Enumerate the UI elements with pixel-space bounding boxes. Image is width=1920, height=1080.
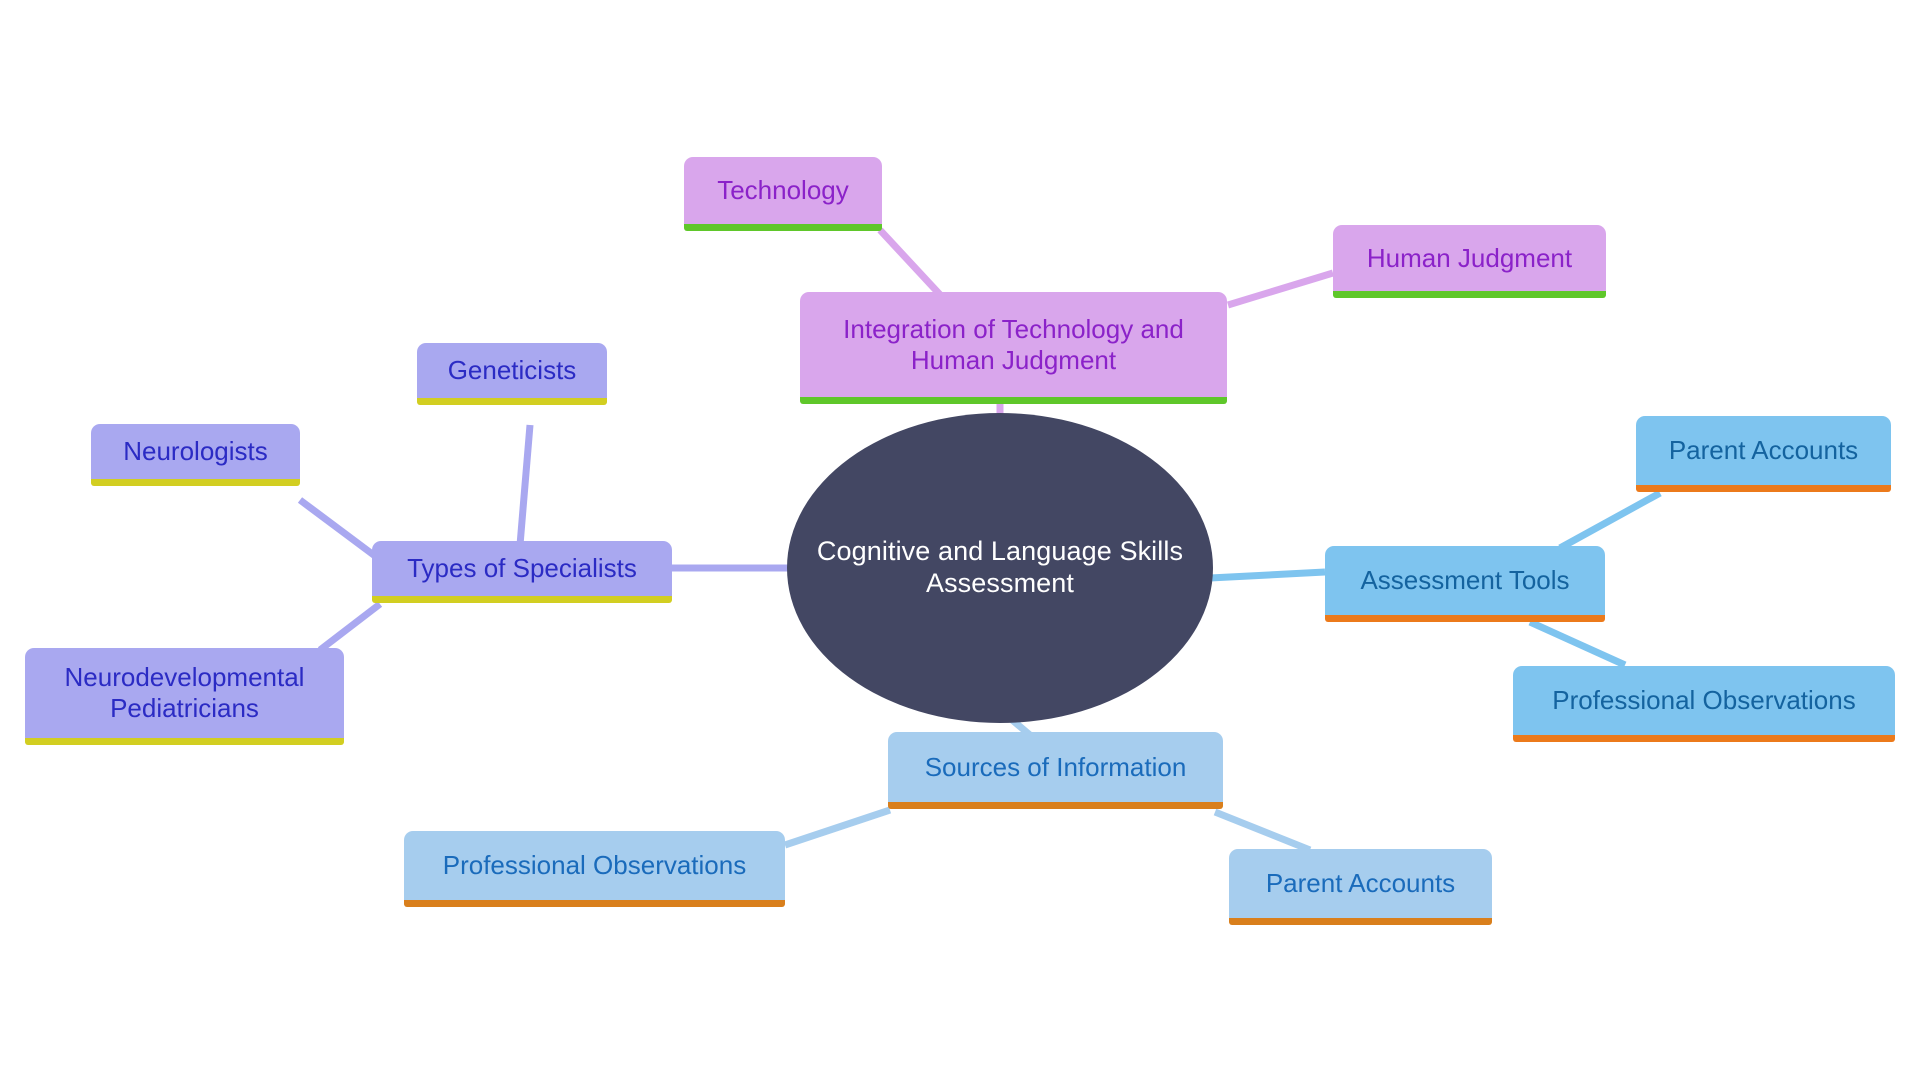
- root-node-label: Cognitive and Language Skills Assessment: [816, 536, 1184, 598]
- node-neurodevelopmental-pediatricians[interactable]: Neurodevelopmental Pediatricians: [25, 648, 344, 745]
- node-parent-accounts-bottom[interactable]: Parent Accounts: [1229, 849, 1492, 925]
- node-sources-of-information[interactable]: Sources of Information: [888, 732, 1223, 809]
- edge-root-assessment-tools: [1209, 568, 1326, 582]
- edge-assessment-tools-parent-accounts: [1558, 489, 1662, 552]
- node-parent-accounts-right-label: Parent Accounts: [1668, 435, 1859, 466]
- node-technology-label: Technology: [717, 175, 849, 206]
- node-assessment-tools[interactable]: Assessment Tools: [1325, 546, 1605, 622]
- node-assessment-tools-label: Assessment Tools: [1360, 565, 1570, 596]
- node-neurologists-label: Neurologists: [123, 436, 268, 467]
- node-neurodevelopmental-pediatricians-label: Neurodevelopmental Pediatricians: [64, 662, 305, 723]
- node-types-of-specialists-label: Types of Specialists: [407, 553, 637, 584]
- edge-sources-of-information-professional-observations: [783, 806, 892, 849]
- edge-types-of-specialists-geneticists: [516, 424, 534, 546]
- edge-types-of-specialists-neurodevelopmental-pediatricians: [317, 601, 383, 653]
- node-sources-of-information-label: Sources of Information: [924, 751, 1187, 782]
- node-parent-accounts-right[interactable]: Parent Accounts: [1636, 416, 1891, 492]
- node-human-judgment-label: Human Judgment: [1366, 242, 1573, 273]
- edge-integration-human-judgment: [1226, 269, 1335, 309]
- node-integration-of-technology-and-human-judgment[interactable]: Integration of Technology and Human Judg…: [800, 292, 1227, 404]
- mindmap-canvas: Cognitive and Language Skills Assessment…: [0, 0, 1920, 1080]
- node-neurologists[interactable]: Neurologists: [91, 424, 300, 486]
- node-professional-observations-right-label: Professional Observations: [1552, 685, 1856, 716]
- node-professional-observations-right[interactable]: Professional Observations: [1513, 666, 1895, 742]
- node-types-of-specialists[interactable]: Types of Specialists: [372, 541, 672, 603]
- node-human-judgment[interactable]: Human Judgment: [1333, 225, 1606, 298]
- edge-types-of-specialists-neurologists: [297, 497, 378, 559]
- node-geneticists[interactable]: Geneticists: [417, 343, 607, 405]
- edge-sources-of-information-parent-accounts: [1213, 808, 1312, 854]
- edge-assessment-tools-professional-observations: [1528, 618, 1627, 669]
- node-professional-observations-bottom[interactable]: Professional Observations: [404, 831, 785, 907]
- node-geneticists-label: Geneticists: [447, 355, 577, 386]
- node-technology[interactable]: Technology: [684, 157, 882, 231]
- node-parent-accounts-bottom-label: Parent Accounts: [1265, 868, 1456, 899]
- node-integration-label: Integration of Technology and Human Judg…: [843, 313, 1184, 375]
- edge-integration-technology: [877, 227, 948, 303]
- node-professional-observations-bottom-label: Professional Observations: [442, 850, 747, 881]
- root-node[interactable]: Cognitive and Language Skills Assessment: [787, 413, 1213, 723]
